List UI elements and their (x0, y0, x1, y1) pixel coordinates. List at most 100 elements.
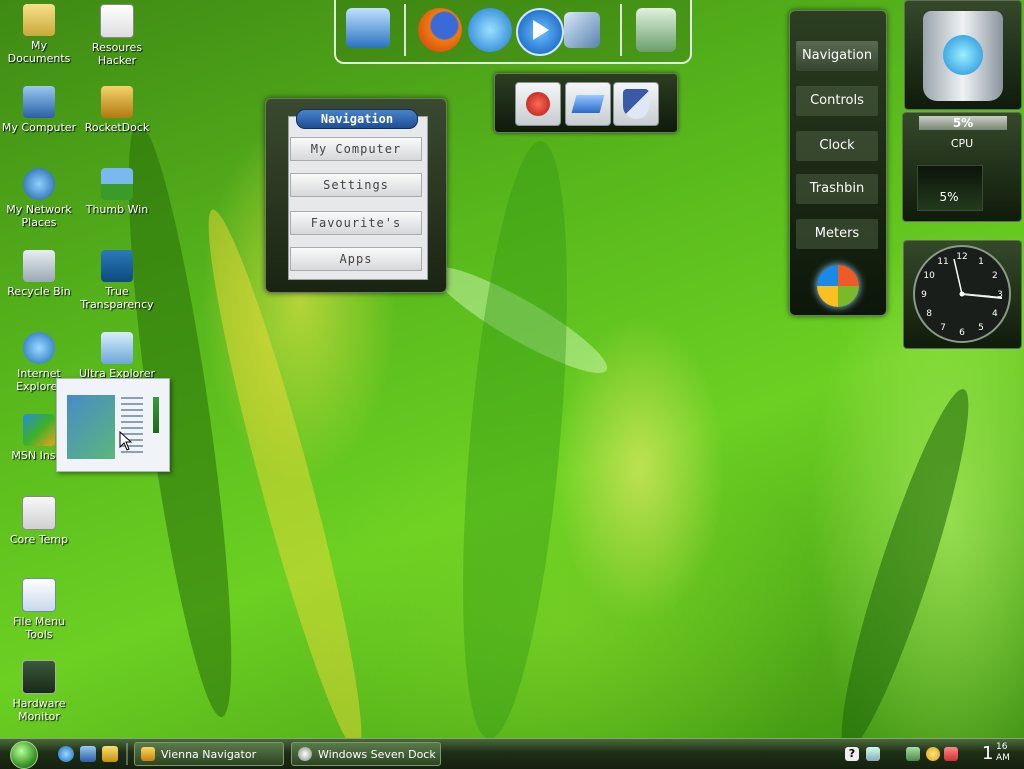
windows-orb-icon[interactable] (817, 265, 859, 307)
desktop-icon-label: RocketDock (84, 121, 150, 134)
help-icon[interactable]: ? (845, 747, 859, 761)
clock-widget[interactable]: 12 1 2 3 4 5 6 7 8 9 10 11 (903, 240, 1022, 349)
clock-number: 12 (956, 252, 967, 262)
nav-my-computer-button[interactable]: My Computer (290, 137, 422, 161)
taskbar-separator (126, 743, 128, 765)
desktop-icon-label: Core Temp (9, 533, 69, 546)
window-button[interactable] (565, 82, 611, 126)
desktop-icon-ultra-explorer[interactable]: Ultra Explorer (78, 332, 156, 380)
desktop-icon-my-documents[interactable]: My Documents (0, 4, 78, 65)
right-nav-controls[interactable]: Controls (796, 86, 878, 116)
power-button[interactable] (515, 82, 561, 126)
security-button[interactable] (613, 82, 659, 126)
desktop-icon-thumb-win[interactable]: Thumb Win (78, 168, 156, 216)
true-transparency-icon (101, 250, 133, 282)
desktop-icon-label: True Transparency (80, 285, 154, 311)
desktop-icon-label: Recycle Bin (7, 285, 71, 298)
quicklaunch-desktop-icon[interactable] (80, 746, 96, 762)
desktop-icon-label: Hardware Monitor (12, 697, 66, 723)
trashbin-icon (923, 11, 1003, 101)
clock-number: 1 (978, 257, 984, 267)
recycle-symbol-icon (943, 35, 983, 75)
mouse-cursor-icon (119, 431, 133, 451)
tray-app-icon[interactable] (906, 747, 920, 761)
clock-number: 7 (940, 323, 946, 333)
task-vienna-navigator[interactable]: Vienna Navigator (134, 742, 284, 766)
quicklaunch-media-icon[interactable] (102, 746, 118, 762)
trash-icon[interactable] (636, 8, 676, 52)
power-icon (526, 92, 550, 116)
clock-number: 4 (992, 309, 998, 319)
desktop-icon-true-transparency[interactable]: True Transparency (78, 250, 156, 311)
start-button[interactable] (10, 741, 38, 769)
desktop: { "desktop": { "icons": [ {"label": "My … (0, 0, 1024, 769)
right-nav-clock[interactable]: Clock (796, 131, 878, 161)
clock-number: 5 (978, 323, 984, 333)
desktop-icon-rocketdock[interactable]: RocketDock (78, 86, 156, 134)
msn-icon (23, 414, 55, 446)
desktop-icon-hardware-monitor[interactable]: Hardware Monitor (0, 660, 78, 723)
thumb-win-icon (101, 168, 133, 200)
resource-hacker-icon (100, 4, 134, 38)
grass-blade (444, 137, 586, 743)
right-nav-navigation[interactable]: Navigation (796, 41, 878, 71)
window-icon (571, 95, 605, 113)
network-tray-icon[interactable] (866, 747, 880, 761)
preview-lines (121, 397, 143, 399)
desktop-icon-label: Thumb Win (85, 203, 149, 216)
control-panel-icon[interactable] (564, 12, 600, 48)
preview-bar (153, 397, 159, 433)
right-nav-trashbin[interactable]: Trashbin (796, 174, 878, 204)
messenger-tray-icon[interactable] (926, 747, 940, 761)
desktop-icon-label: My Documents (7, 39, 71, 65)
dock-separator (620, 4, 622, 56)
desktop-icon-core-temp[interactable]: Core Temp (0, 496, 78, 546)
hardware-monitor-icon (22, 660, 56, 694)
file-menu-tools-icon (22, 578, 56, 612)
analog-clock: 121234567891011 (913, 245, 1011, 343)
task-windows-seven-dock[interactable]: Windows Seven Dock (291, 742, 441, 766)
taskbar-clock-minutes: 16 (996, 742, 1008, 752)
taskbar-clock-hour[interactable]: 1 (982, 741, 993, 767)
clock-number: 10 (923, 271, 935, 281)
desktop-icon-my-network-places[interactable]: My Network Places (0, 168, 78, 229)
right-nav-meters[interactable]: Meters (796, 219, 878, 249)
clock-number: 8 (926, 309, 932, 319)
nav-apps-button[interactable]: Apps (290, 247, 422, 271)
core-temp-icon (22, 496, 56, 530)
tray-grid-icon[interactable] (944, 747, 958, 761)
top-dock (334, 0, 692, 64)
quicklaunch-ie-icon[interactable] (58, 746, 74, 762)
desktop-icon-my-computer[interactable]: My Computer (0, 86, 78, 134)
window-thumbnail-preview[interactable] (56, 378, 170, 472)
cpu-top-value: 5% (952, 116, 974, 130)
firefox-icon[interactable] (418, 8, 462, 52)
rocketdock-icon (101, 86, 133, 118)
desktop-icon-resource-hacker[interactable]: Resoures Hacker (78, 4, 156, 67)
internet-explorer-icon (23, 332, 55, 364)
vienna-icon (141, 747, 155, 761)
cpu-bar-value: 5% (939, 190, 959, 204)
desktop-icon-label: File Menu Tools (12, 615, 66, 641)
nav-favourites-button[interactable]: Favourite's (290, 211, 422, 235)
computer-icon (23, 86, 55, 118)
desktop-icon-label: My Computer (1, 121, 77, 134)
internet-explorer-icon[interactable] (468, 8, 512, 52)
desktop-icon-label: Resoures Hacker (91, 41, 143, 67)
nav-settings-button[interactable]: Settings (290, 173, 422, 197)
grass-blade (822, 381, 988, 759)
cpu-label: CPU (950, 137, 974, 150)
recycle-bin-icon (23, 250, 55, 282)
navigation-popup-title: Navigation (296, 109, 418, 129)
clock-number: 2 (992, 271, 998, 281)
desktop-icon-file-menu-tools[interactable]: File Menu Tools (0, 578, 78, 641)
clock-number: 9 (921, 290, 927, 300)
shield-icon (623, 89, 649, 119)
monitor-icon[interactable] (346, 8, 390, 48)
desktop-icon-recycle-bin[interactable]: Recycle Bin (0, 250, 78, 298)
grass-blade (423, 252, 617, 388)
media-player-icon[interactable] (516, 8, 564, 56)
trashbin-widget[interactable] (904, 0, 1022, 110)
preview-image (67, 395, 115, 459)
task-label: Windows Seven Dock (318, 748, 436, 761)
